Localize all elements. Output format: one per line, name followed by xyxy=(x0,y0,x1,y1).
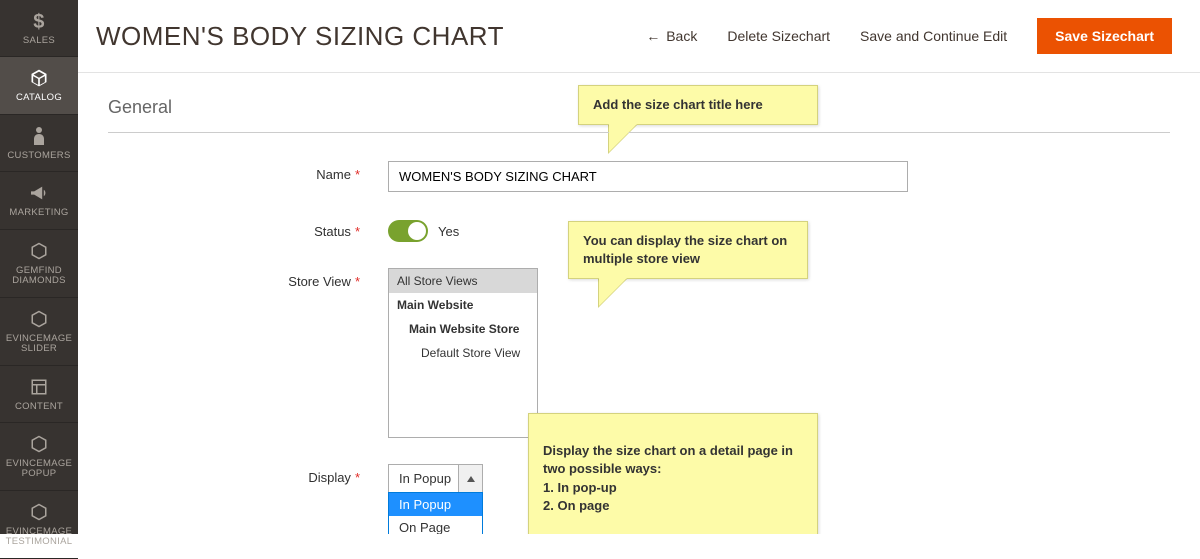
hexagon-icon xyxy=(30,240,48,262)
sidebar-item-catalog[interactable]: CATALOG xyxy=(0,57,78,114)
store-option[interactable]: Default Store View xyxy=(389,341,537,365)
sidebar-item-label: CONTENT xyxy=(15,402,63,412)
main-content: WOMEN'S BODY SIZING CHART ← Back Delete … xyxy=(78,0,1200,534)
display-dropdown-list: In Popup On Page xyxy=(388,492,483,534)
store-option[interactable]: Main Website xyxy=(389,293,537,317)
layout-icon xyxy=(30,376,48,398)
display-dropdown[interactable]: In Popup In Popup On Page xyxy=(388,464,483,493)
sidebar-item-customers[interactable]: CUSTOMERS xyxy=(0,115,78,172)
sidebar-item-label: EVINCEMAGE TESTIMONIAL xyxy=(4,527,74,548)
back-label: Back xyxy=(666,28,697,44)
sidebar-item-sales[interactable]: $ SALES xyxy=(0,0,78,57)
display-option[interactable]: On Page xyxy=(389,516,482,534)
dollar-icon: $ xyxy=(32,10,46,32)
store-option[interactable]: Main Website Store xyxy=(389,317,537,341)
person-icon xyxy=(32,125,46,147)
store-option[interactable]: All Store Views xyxy=(389,269,537,293)
sidebar-item-marketing[interactable]: MARKETING xyxy=(0,172,78,229)
form-content: General Name* Status* Yes Store View* Al… xyxy=(78,73,1200,534)
status-toggle[interactable] xyxy=(388,220,428,242)
header-actions: ← Back Delete Sizechart Save and Continu… xyxy=(646,18,1172,54)
sidebar-item-evince-testimonial[interactable]: EVINCEMAGE TESTIMONIAL xyxy=(0,491,78,559)
save-continue-button[interactable]: Save and Continue Edit xyxy=(860,28,1007,44)
sidebar-item-evince-popup[interactable]: EVINCEMAGE POPUP xyxy=(0,423,78,491)
back-button[interactable]: ← Back xyxy=(646,28,697,44)
page-header: WOMEN'S BODY SIZING CHART ← Back Delete … xyxy=(78,0,1200,73)
sidebar-item-gemfind[interactable]: GEMFIND DIAMONDS xyxy=(0,230,78,298)
page-title: WOMEN'S BODY SIZING CHART xyxy=(96,21,646,52)
sidebar-item-label: SALES xyxy=(23,36,55,46)
sidebar-item-label: CATALOG xyxy=(16,93,62,103)
sidebar-item-label: CUSTOMERS xyxy=(7,151,70,161)
name-row: Name* xyxy=(108,161,1170,192)
display-option[interactable]: In Popup xyxy=(389,493,482,516)
status-label: Status* xyxy=(108,218,388,239)
svg-text:$: $ xyxy=(33,11,44,31)
sidebar-item-label: EVINCEMAGE SLIDER xyxy=(4,334,74,355)
admin-sidebar: $ SALES CATALOG CUSTOMERS MARKETING GEMF… xyxy=(0,0,78,534)
display-label: Display* xyxy=(108,464,388,485)
megaphone-icon xyxy=(29,182,49,204)
name-label: Name* xyxy=(108,161,388,182)
hexagon-icon xyxy=(30,501,48,523)
name-input[interactable] xyxy=(388,161,908,192)
sidebar-item-evince-slider[interactable]: EVINCEMAGE SLIDER xyxy=(0,298,78,366)
storeview-label: Store View* xyxy=(108,268,388,289)
save-button[interactable]: Save Sizechart xyxy=(1037,18,1172,54)
hexagon-icon xyxy=(30,433,48,455)
callout-storeview: You can display the size chart on multip… xyxy=(568,221,808,279)
storeview-select[interactable]: All Store Views Main Website Main Websit… xyxy=(388,268,538,438)
delete-button[interactable]: Delete Sizechart xyxy=(727,28,830,44)
sidebar-item-label: MARKETING xyxy=(9,208,68,218)
cube-icon xyxy=(29,67,49,89)
sidebar-item-label: GEMFIND DIAMONDS xyxy=(4,266,74,287)
callout-display: Display the size chart on a detail page … xyxy=(528,413,818,534)
arrow-left-icon: ← xyxy=(646,28,660,44)
hexagon-icon xyxy=(30,308,48,330)
caret-up-icon xyxy=(458,465,482,492)
sidebar-item-label: EVINCEMAGE POPUP xyxy=(4,459,74,480)
sidebar-item-content[interactable]: CONTENT xyxy=(0,366,78,423)
status-value: Yes xyxy=(438,224,459,239)
display-dropdown-button[interactable]: In Popup xyxy=(388,464,483,493)
callout-title: Add the size chart title here xyxy=(578,85,818,125)
